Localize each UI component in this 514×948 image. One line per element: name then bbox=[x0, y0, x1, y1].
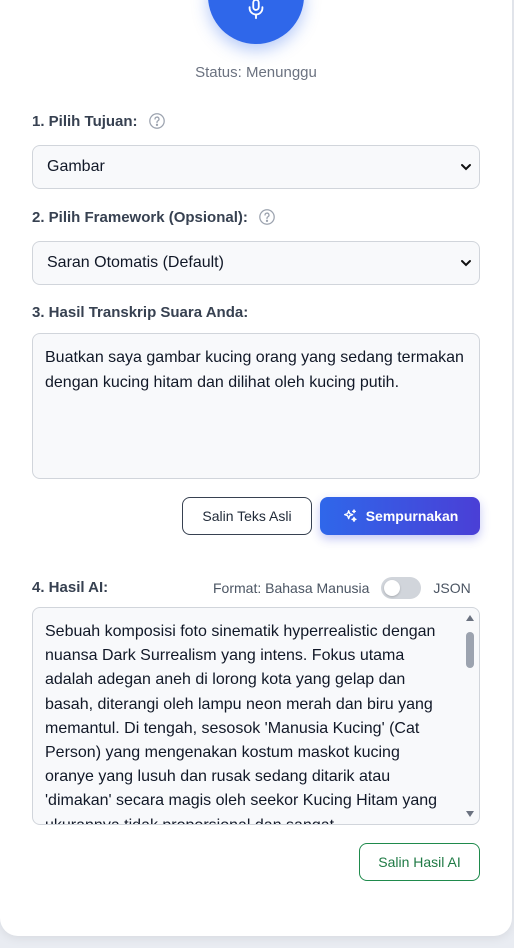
microphone-icon bbox=[248, 0, 264, 20]
step4-label: 4. Hasil AI: bbox=[32, 579, 109, 596]
scroll-down-icon[interactable] bbox=[465, 810, 475, 818]
framework-select[interactable]: Saran Otomatis (Default) bbox=[32, 241, 480, 285]
ai-result-text: Sebuah komposisi foto sinematik hyperrea… bbox=[45, 623, 438, 824]
format-json-label: JSON bbox=[433, 580, 471, 596]
step4-label-row: 4. Hasil AI: bbox=[32, 579, 108, 596]
step3-label: 3. Hasil Transkrip Suara Anda: bbox=[32, 304, 249, 321]
scroll-thumb[interactable] bbox=[466, 632, 474, 668]
format-toggle-row: Format: Bahasa Manusia JSON bbox=[213, 577, 471, 599]
step2-label: 2. Pilih Framework (Opsional): bbox=[32, 208, 248, 226]
copy-ai-result-button[interactable]: Salin Hasil AI bbox=[359, 843, 480, 881]
step1-label: 1. Pilih Tujuan: bbox=[32, 112, 138, 130]
step3-label-row: 3. Hasil Transkrip Suara Anda: bbox=[32, 304, 248, 321]
refine-button[interactable]: Sempurnakan bbox=[320, 497, 480, 535]
scroll-up-icon[interactable] bbox=[465, 614, 475, 622]
sparkles-icon bbox=[343, 509, 357, 522]
format-label: Format: Bahasa Manusia bbox=[213, 580, 370, 596]
help-icon[interactable] bbox=[258, 208, 276, 226]
purpose-select-value: Gambar bbox=[47, 158, 105, 175]
refine-button-label: Sempurnakan bbox=[365, 508, 459, 524]
toggle-knob bbox=[384, 580, 401, 596]
chevron-down-icon bbox=[461, 164, 471, 171]
format-toggle[interactable] bbox=[381, 577, 422, 599]
step2-label-row: 2. Pilih Framework (Opsional): bbox=[32, 208, 276, 226]
step1-label-row: 1. Pilih Tujuan: bbox=[32, 112, 166, 130]
chevron-down-icon bbox=[461, 260, 471, 267]
copy-original-button[interactable]: Salin Teks Asli bbox=[182, 497, 312, 535]
help-icon[interactable] bbox=[148, 112, 166, 130]
transcript-textarea[interactable]: Buatkan saya gambar kucing orang yang se… bbox=[32, 333, 480, 479]
framework-select-value: Saran Otomatis (Default) bbox=[47, 254, 224, 271]
status-text: Status: Menunggu bbox=[195, 64, 317, 81]
ai-result-textarea[interactable]: Sebuah komposisi foto sinematik hyperrea… bbox=[32, 607, 480, 825]
scrollbar[interactable] bbox=[461, 608, 479, 824]
purpose-select[interactable]: Gambar bbox=[32, 145, 480, 189]
